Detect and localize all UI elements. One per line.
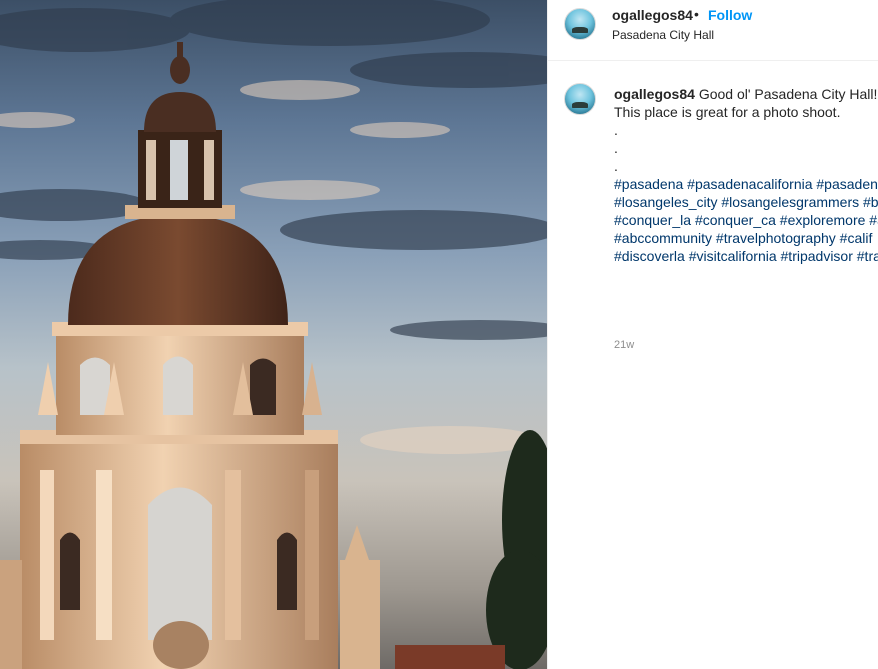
avatar-beach-icon[interactable] — [564, 83, 596, 115]
post-location[interactable]: Pasadena City Hall — [612, 28, 714, 42]
caption-dot: . — [614, 122, 618, 138]
separator-dot: • — [694, 6, 699, 22]
hashtag-line[interactable]: #losangeles_city #losangelesgrammers #be — [614, 193, 878, 211]
post-timestamp[interactable]: 21w — [614, 339, 634, 351]
post-author-username[interactable]: ogallegos84 — [612, 7, 693, 23]
avatar-beach-icon[interactable] — [564, 8, 596, 40]
hashtag-line[interactable]: #discoverla #visitcalifornia #tripadviso… — [614, 247, 878, 265]
follow-button[interactable]: Follow — [708, 7, 752, 23]
hashtag-line[interactable]: #pasadena #pasadenacalifornia #pasadena — [614, 175, 878, 193]
city-hall-dome-image — [0, 0, 547, 669]
caption-dot: . — [614, 140, 618, 156]
caption-line-1: Good ol' Pasadena City Hall! — [698, 86, 878, 102]
caption-username[interactable]: ogallegos84 — [614, 86, 695, 102]
hashtag-line[interactable]: #conquer_la #conquer_ca #exploremore #a — [614, 211, 878, 229]
post-header: ogallegos84 • Follow Pasadena City Hall — [548, 0, 878, 61]
hashtag-line[interactable]: #abccommunity #travelphotography #calif — [614, 229, 878, 247]
post-details-panel: ogallegos84 • Follow Pasadena City Hall … — [547, 0, 878, 669]
caption-dot: . — [614, 158, 618, 174]
caption-line-2: This place is great for a photo shoot. — [614, 104, 841, 120]
post-photo[interactable] — [0, 0, 547, 669]
caption-text: ogallegos84 Good ol' Pasadena City Hall!… — [614, 85, 878, 265]
